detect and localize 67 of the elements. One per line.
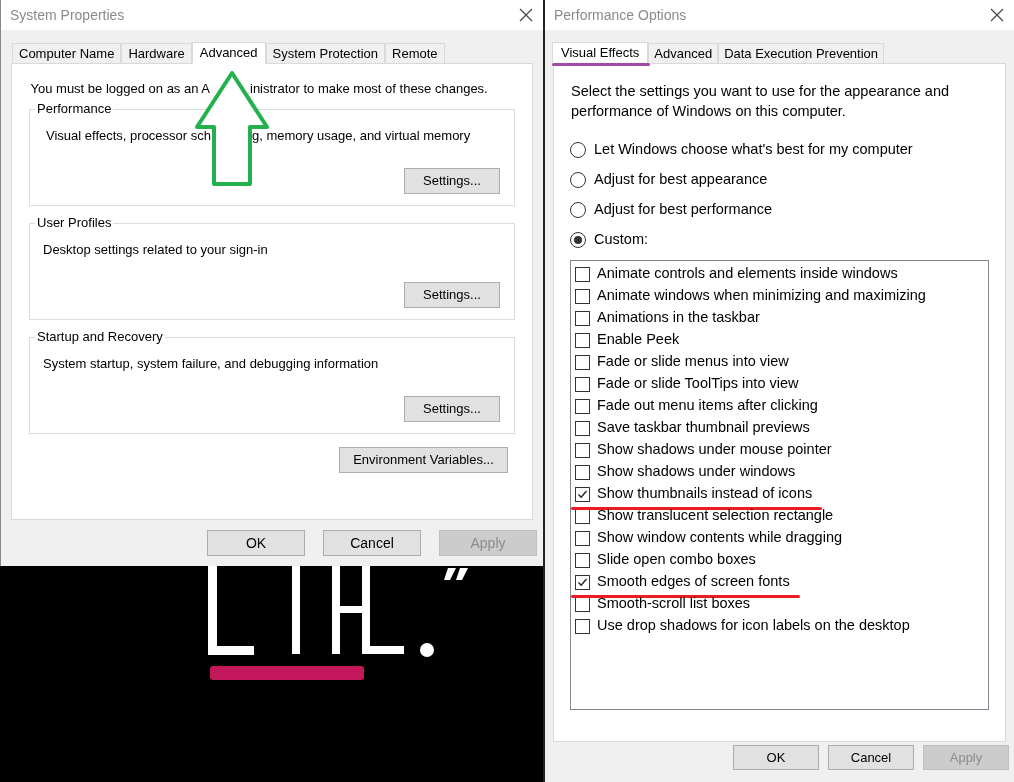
checkbox[interactable] <box>575 574 590 590</box>
checkbox[interactable] <box>575 552 590 568</box>
checkbox-label: Fade or slide menus into view <box>597 352 789 372</box>
checkbox-label: Show translucent selection rectangle <box>597 506 834 526</box>
window-title: Performance Options <box>554 5 687 25</box>
checkbox-label: Smooth-scroll list boxes <box>597 594 751 614</box>
notice-text: You must be logged on as an A <box>30 80 210 98</box>
checkbox[interactable] <box>575 530 590 546</box>
dialog-button[interactable]: OK <box>207 530 305 556</box>
tab[interactable]: Data Execution Prevention <box>718 43 885 63</box>
tab[interactable]: Visual Effects <box>552 42 649 64</box>
checkbox[interactable] <box>575 332 590 348</box>
checkbox[interactable] <box>575 310 590 326</box>
intro-text: Select the settings you want to use for the appearance and performance of Windows on this computer. <box>570 82 951 121</box>
checkbox-label: Animate windows when minimizing and maximizing <box>597 286 926 306</box>
settings-button[interactable]: Settings... <box>404 281 500 308</box>
checkbox-label: Use drop shadows for icon labels on the desktop <box>597 616 910 636</box>
checkbox-label: Show thumbnails instead of icons <box>597 483 813 505</box>
tab[interactable]: Remote <box>385 43 445 63</box>
window-title: System Properties <box>10 5 125 25</box>
radio-label: Custom: <box>594 230 648 250</box>
notice-text: inistrator to make most of these changes. <box>250 80 488 98</box>
checkbox[interactable] <box>575 266 590 282</box>
checkbox-label: Show shadows under windows <box>597 462 796 482</box>
dialog-button[interactable]: Cancel <box>828 745 914 770</box>
radio-label: Let Windows choose what's best for my computer <box>594 140 913 160</box>
tab[interactable]: System Protection <box>265 43 386 63</box>
dialog-button[interactable]: OK <box>733 745 819 770</box>
checkbox-label: Save taskbar thumbnail previews <box>597 418 810 438</box>
checkbox-label: Fade out menu items after clicking <box>597 396 818 416</box>
group-description: Desktop settings related to your sign-in <box>43 240 268 259</box>
checkbox[interactable] <box>575 464 590 480</box>
checkbox-label: Show window contents while dragging <box>597 528 843 548</box>
settings-button[interactable]: Settings... <box>404 395 500 422</box>
group-description: System startup, system failure, and debugging information <box>43 354 379 373</box>
radio-label: Adjust for best performance <box>594 200 773 220</box>
checkbox-label: Enable Peek <box>597 330 680 350</box>
radio-button[interactable] <box>570 232 586 248</box>
checkbox-label: Animate controls and elements inside windows <box>597 264 898 284</box>
group-description: g, memory usage, and virtual memory <box>252 126 471 145</box>
settings-button[interactable]: Settings... <box>404 167 500 194</box>
checkbox[interactable] <box>575 288 590 304</box>
checkbox[interactable] <box>575 420 590 436</box>
radio-button[interactable] <box>570 202 586 218</box>
radio-label: Adjust for best appearance <box>594 170 768 190</box>
checkbox[interactable] <box>575 376 590 392</box>
checkbox-label: Animations in the taskbar <box>597 308 760 328</box>
checkbox[interactable] <box>575 486 590 502</box>
close-icon[interactable] <box>990 8 1004 22</box>
tab[interactable]: Advanced <box>648 43 719 63</box>
checkbox-label: Slide open combo boxes <box>597 550 756 570</box>
checkbox[interactable] <box>575 354 590 370</box>
tab[interactable]: Advanced <box>191 42 266 64</box>
dialog-button[interactable]: Cancel <box>323 530 421 556</box>
checkbox[interactable] <box>575 442 590 458</box>
checkbox[interactable] <box>575 398 590 414</box>
group-description: Visual effects, processor sch <box>46 126 211 145</box>
tab[interactable]: Hardware <box>121 43 192 63</box>
tab[interactable]: Computer Name <box>12 43 122 63</box>
radio-button[interactable] <box>570 172 586 188</box>
checkbox[interactable] <box>575 618 590 634</box>
checkbox-label: Fade or slide ToolTips into view <box>597 374 799 394</box>
checkbox-label: Smooth edges of screen fonts <box>597 571 790 593</box>
checkbox-label: Show shadows under mouse pointer <box>597 440 832 460</box>
radio-button[interactable] <box>570 142 586 158</box>
close-icon[interactable] <box>519 8 533 22</box>
environment-variables-button[interactable]: Environment Variables... <box>339 446 508 473</box>
